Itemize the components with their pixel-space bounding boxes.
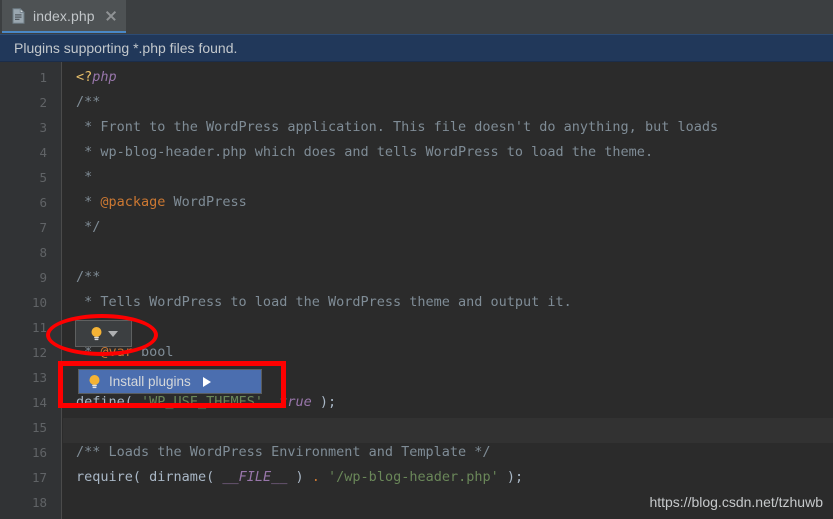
notification-message: Plugins supporting *.php files found. — [14, 40, 238, 56]
plugins-notification-bar[interactable]: Plugins supporting *.php files found. — [0, 34, 833, 62]
intention-popup[interactable]: Install plugins — [78, 369, 262, 394]
intention-bulb-button[interactable] — [75, 320, 132, 347]
line-number: 1 — [39, 70, 47, 85]
line-number: 17 — [31, 470, 47, 485]
line-number: 8 — [39, 245, 47, 260]
line-number: 4 — [39, 145, 47, 160]
intention-menu-item-install-plugins[interactable]: Install plugins — [79, 370, 261, 393]
line-number: 10 — [31, 295, 47, 310]
code-line: require( dirname( __FILE__ ) . '/wp-blog… — [76, 469, 524, 485]
code-line: */ — [76, 219, 101, 235]
line-number: 3 — [39, 120, 47, 135]
line-number: 16 — [31, 445, 47, 460]
line-number: 9 — [39, 270, 47, 285]
line-number: 12 — [31, 345, 47, 360]
line-number: 18 — [31, 495, 47, 510]
line-number: 14 — [31, 395, 47, 410]
code-line: <?php — [76, 69, 117, 85]
editor-tab-label: index.php — [33, 7, 95, 24]
code-line: * Front to the WordPress application. Th… — [76, 119, 719, 135]
lightbulb-icon — [90, 326, 103, 342]
line-number: 7 — [39, 220, 47, 235]
lightbulb-icon — [88, 374, 101, 390]
code-line: /** — [76, 94, 101, 110]
line-number: 5 — [39, 170, 47, 185]
editor-gutter[interactable]: 1 2 3 4 5 6 7 8 9 10 11 12 13 14 15 16 1… — [0, 62, 62, 519]
editor-tab-bar: index.php — [0, 0, 833, 34]
code-line: * wp-blog-header.php which does and tell… — [76, 144, 654, 160]
ide-editor-window: index.php Plugins supporting *.php files… — [0, 0, 833, 519]
code-line: /** Loads the WordPress Environment and … — [76, 444, 491, 460]
line-number: 15 — [31, 420, 47, 435]
code-text-area[interactable]: <?php /** * Front to the WordPress appli… — [63, 62, 833, 519]
php-file-icon — [12, 7, 25, 24]
line-number: 13 — [31, 370, 47, 385]
watermark-url: https://blog.csdn.net/tzhuwb — [649, 494, 823, 510]
intention-menu-item-label: Install plugins — [109, 374, 191, 389]
line-number: 6 — [39, 195, 47, 210]
close-icon[interactable] — [104, 9, 118, 23]
line-number: 2 — [39, 95, 47, 110]
code-line: * — [76, 169, 93, 185]
line-number: 11 — [31, 320, 47, 335]
submenu-arrow-icon — [202, 376, 211, 387]
code-line: * Tells WordPress to load the WordPress … — [76, 294, 572, 310]
code-editor[interactable]: 1 2 3 4 5 6 7 8 9 10 11 12 13 14 15 16 1… — [0, 62, 833, 519]
editor-tab-index-php[interactable]: index.php — [2, 0, 126, 33]
code-line: /** — [76, 269, 101, 285]
chevron-down-icon — [107, 330, 118, 337]
code-line: * @package WordPress — [76, 194, 247, 210]
